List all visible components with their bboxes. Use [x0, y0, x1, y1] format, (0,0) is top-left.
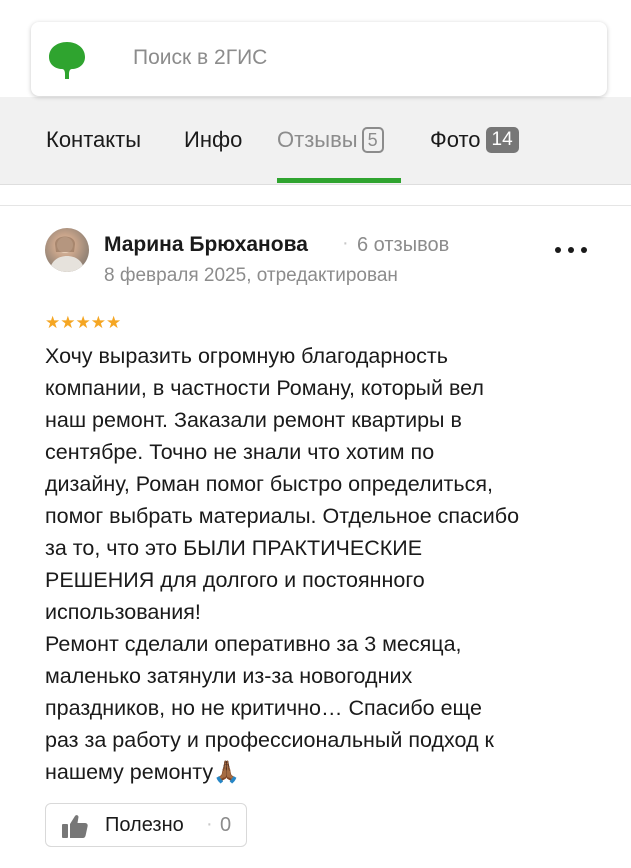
tab-info[interactable]: Инфо	[184, 127, 242, 153]
tab-reviews-label: Отзывы	[277, 127, 358, 152]
helpful-label: Полезно	[105, 814, 184, 836]
tab-bar: Контакты Инфо Отзывы 5 Фото 14	[0, 97, 631, 185]
more-dot-icon	[581, 247, 587, 253]
tab-contacts[interactable]: Контакты	[46, 127, 141, 153]
2gis-logo-icon[interactable]	[45, 38, 89, 82]
reviews-count-badge: 5	[361, 127, 384, 153]
helpful-count: 0	[220, 814, 232, 836]
more-options-icon[interactable]	[555, 244, 587, 256]
author-review-count: 6 отзывов	[357, 234, 450, 256]
tab-contacts-label: Контакты	[46, 127, 142, 152]
helpful-separator: ·	[206, 813, 213, 835]
meta-separator: ·	[342, 232, 349, 254]
divider	[0, 205, 631, 206]
tab-reviews[interactable]: Отзывы 5	[277, 127, 384, 153]
photos-count-badge: 14	[485, 127, 519, 153]
more-dot-icon	[568, 247, 574, 253]
review-text: Хочу выразить огромную благодарность ком…	[45, 344, 520, 784]
avatar-photo-icon	[49, 236, 85, 272]
tab-info-label: Инфо	[184, 127, 243, 152]
active-tab-indicator	[277, 178, 401, 183]
rating-stars: ★★★★★	[45, 314, 122, 331]
rating-stars-text: ★★★★★	[45, 313, 122, 332]
author-name[interactable]: Марина Брюханова	[104, 233, 308, 257]
review-date: 8 февраля 2025, отредактирован	[104, 265, 398, 286]
more-dot-icon	[555, 247, 561, 253]
tab-photos-label: Фото	[430, 127, 481, 152]
search-input[interactable]: Поиск в 2ГИС	[133, 46, 267, 70]
avatar[interactable]	[45, 228, 89, 272]
search-bar[interactable]: Поиск в 2ГИС	[31, 22, 607, 96]
thumbs-up-icon	[62, 815, 88, 838]
helpful-button[interactable]: Полезно · 0	[45, 803, 247, 847]
tab-photos[interactable]: Фото 14	[430, 127, 519, 153]
